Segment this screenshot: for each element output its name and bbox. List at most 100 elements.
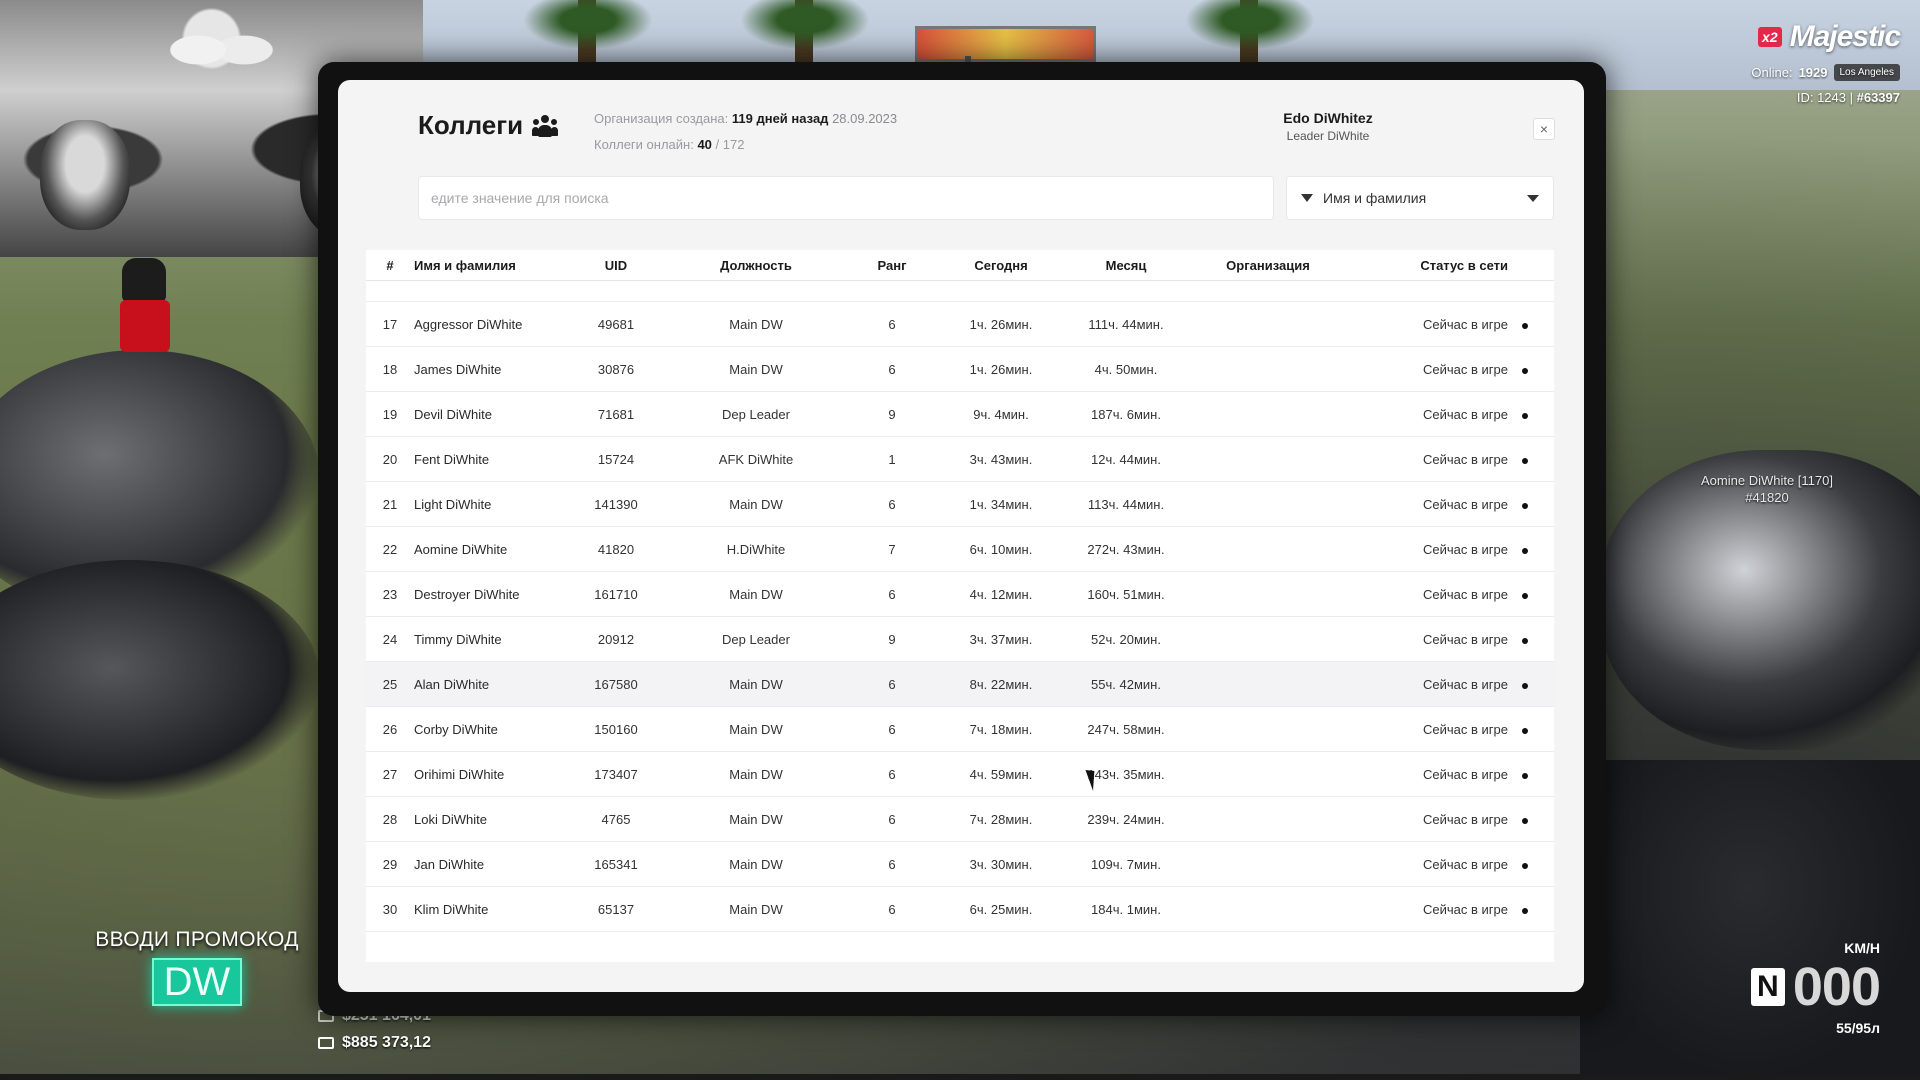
online-dot-icon — [1508, 407, 1542, 422]
table-row[interactable]: 18 James DiWhite 30876 Main DW 6 1ч. 26м… — [366, 347, 1554, 392]
row-uid: 71681 — [597, 406, 635, 422]
org-created-label: Организация создана: — [594, 111, 729, 126]
col-header-position[interactable]: Должность — [666, 258, 846, 273]
table-row-partial[interactable] — [366, 281, 1554, 302]
speedometer: KM/H N 000 55/95л — [1720, 940, 1881, 1036]
search-input[interactable] — [418, 176, 1274, 220]
col-header-organization[interactable]: Организация — [1188, 258, 1348, 273]
table-row[interactable]: 26 Corby DiWhite 150160 Main DW 6 7ч. 18… — [366, 707, 1554, 752]
row-uid: 65137 — [597, 901, 635, 917]
table-row[interactable]: 24 Timmy DiWhite 20912 Dep Leader 9 3ч. … — [366, 617, 1554, 662]
row-position: Main DW — [729, 361, 783, 377]
table-row[interactable]: 27 Orihimi DiWhite 173407 Main DW 6 4ч. … — [366, 752, 1554, 797]
row-number: 17 — [382, 316, 398, 332]
col-header-uid[interactable]: UID — [566, 258, 666, 273]
row-number: 20 — [382, 451, 398, 467]
row-status: Сейчас в игре — [1423, 721, 1508, 737]
row-status: Сейчас в игре — [1423, 856, 1508, 872]
row-name: Aggressor DiWhite — [414, 316, 523, 332]
table-row[interactable]: 30 Klim DiWhite 65137 Main DW 6 6ч. 25ми… — [366, 887, 1554, 932]
row-name: Orihimi DiWhite — [414, 766, 505, 782]
table-row[interactable]: 25 Alan DiWhite 167580 Main DW 6 8ч. 22м… — [366, 662, 1554, 707]
row-position: Main DW — [729, 721, 783, 737]
close-button[interactable]: × — [1533, 118, 1555, 140]
online-dot-icon — [1508, 677, 1542, 692]
row-status: Сейчас в игре — [1423, 361, 1508, 377]
modal-title: Коллеги — [418, 110, 524, 140]
row-uid: 165341 — [594, 856, 638, 872]
online-dot-icon — [1508, 767, 1542, 782]
row-status: Сейчас в игре — [1423, 901, 1508, 917]
row-number: 19 — [382, 406, 398, 422]
player-legs — [120, 300, 170, 352]
row-name: Fent DiWhite — [414, 451, 490, 467]
close-icon: × — [1539, 121, 1549, 137]
row-position: AFK DiWhite — [718, 451, 794, 467]
row-name: Light DiWhite — [414, 496, 492, 512]
row-rank: 9 — [888, 631, 896, 647]
row-name: Loki DiWhite — [414, 811, 487, 827]
table-row[interactable]: 21 Light DiWhite 141390 Main DW 6 1ч. 34… — [366, 482, 1554, 527]
online-dot-icon — [1508, 812, 1542, 827]
table-row[interactable]: 28 Loki DiWhite 4765 Main DW 6 7ч. 28мин… — [366, 797, 1554, 842]
card-icon — [318, 1037, 334, 1049]
col-header-today[interactable]: Сегодня — [938, 258, 1064, 273]
colleagues-online: Коллеги онлайн: 40 / 172 — [594, 132, 897, 158]
bank-amount: $885 373,12 — [342, 1034, 431, 1051]
fuel-level: 55/95л — [1836, 1020, 1880, 1036]
row-name: Jan DiWhite — [414, 856, 485, 872]
row-status: Сейчас в игре — [1423, 766, 1508, 782]
table-row[interactable]: 19 Devil DiWhite 71681 Dep Leader 9 9ч. … — [366, 392, 1554, 437]
row-month: 52ч. 20мин. — [1091, 631, 1161, 647]
row-uid: 173407 — [594, 766, 638, 782]
billboard — [915, 26, 1096, 62]
row-rank: 6 — [888, 721, 896, 737]
row-number: 26 — [382, 721, 398, 737]
row-today: 7ч. 18мин. — [969, 721, 1033, 737]
promo-code: DW — [151, 958, 243, 1006]
webcam-hands — [165, 10, 275, 90]
col-header-number[interactable]: # — [366, 258, 414, 273]
row-name: James DiWhite — [414, 361, 502, 377]
online-label: Online: — [1751, 65, 1793, 80]
row-rank: 9 — [888, 406, 896, 422]
row-status: Сейчас в игре — [1423, 316, 1508, 332]
online-count: 1929 — [1798, 65, 1828, 80]
row-rank: 7 — [888, 541, 896, 557]
online-dot-icon — [1508, 587, 1542, 602]
table-row[interactable]: 29 Jan DiWhite 165341 Main DW 6 3ч. 30ми… — [366, 842, 1554, 887]
row-month: 111ч. 44мин. — [1088, 316, 1164, 332]
col-header-name[interactable]: Имя и фамилия — [414, 258, 566, 273]
server-brand: x2 Majestic — [1758, 20, 1901, 54]
promo-text: ВВОДИ ПРОМОКОД — [95, 928, 299, 951]
row-month: 187ч. 6мин. — [1091, 406, 1161, 422]
row-number: 27 — [382, 766, 398, 782]
row-uid: 20912 — [597, 631, 635, 647]
row-month: 272ч. 43мин. — [1087, 541, 1165, 557]
row-uid: 41820 — [597, 541, 635, 557]
row-month: 109ч. 7мин. — [1091, 856, 1161, 872]
colleagues-modal: Коллеги Организация создана: 119 дней на… — [338, 80, 1584, 992]
row-position: Main DW — [729, 496, 783, 512]
col-header-status[interactable]: Статус в сети — [1348, 258, 1508, 273]
filter-dropdown[interactable]: Имя и фамилия — [1286, 176, 1554, 220]
row-rank: 6 — [888, 901, 896, 917]
row-status: Сейчас в игре — [1423, 631, 1508, 647]
row-number: 28 — [382, 811, 398, 827]
row-position: Main DW — [729, 676, 783, 692]
row-uid: 150160 — [594, 721, 638, 737]
table-row[interactable]: 22 Aomine DiWhite 41820 H.DiWhite 7 6ч. … — [366, 527, 1554, 572]
row-name: Corby DiWhite — [414, 721, 498, 737]
row-today: 3ч. 43мин. — [969, 451, 1033, 467]
table-row[interactable]: 17 Aggressor DiWhite 49681 Main DW 6 1ч.… — [366, 302, 1554, 347]
col-header-month[interactable]: Месяц — [1064, 258, 1188, 273]
online-dot-icon — [1508, 857, 1542, 872]
table-row[interactable]: 23 Destroyer DiWhite 161710 Main DW 6 4ч… — [366, 572, 1554, 617]
row-number: 30 — [382, 901, 398, 917]
col-header-rank[interactable]: Ранг — [846, 258, 938, 273]
row-month: 184ч. 1мин. — [1091, 901, 1161, 917]
row-month: 239ч. 24мин. — [1087, 811, 1165, 827]
row-name: Timmy DiWhite — [414, 631, 502, 647]
table-row[interactable]: 20 Fent DiWhite 15724 AFK DiWhite 1 3ч. … — [366, 437, 1554, 482]
speed-unit: KM/H — [1844, 940, 1880, 956]
